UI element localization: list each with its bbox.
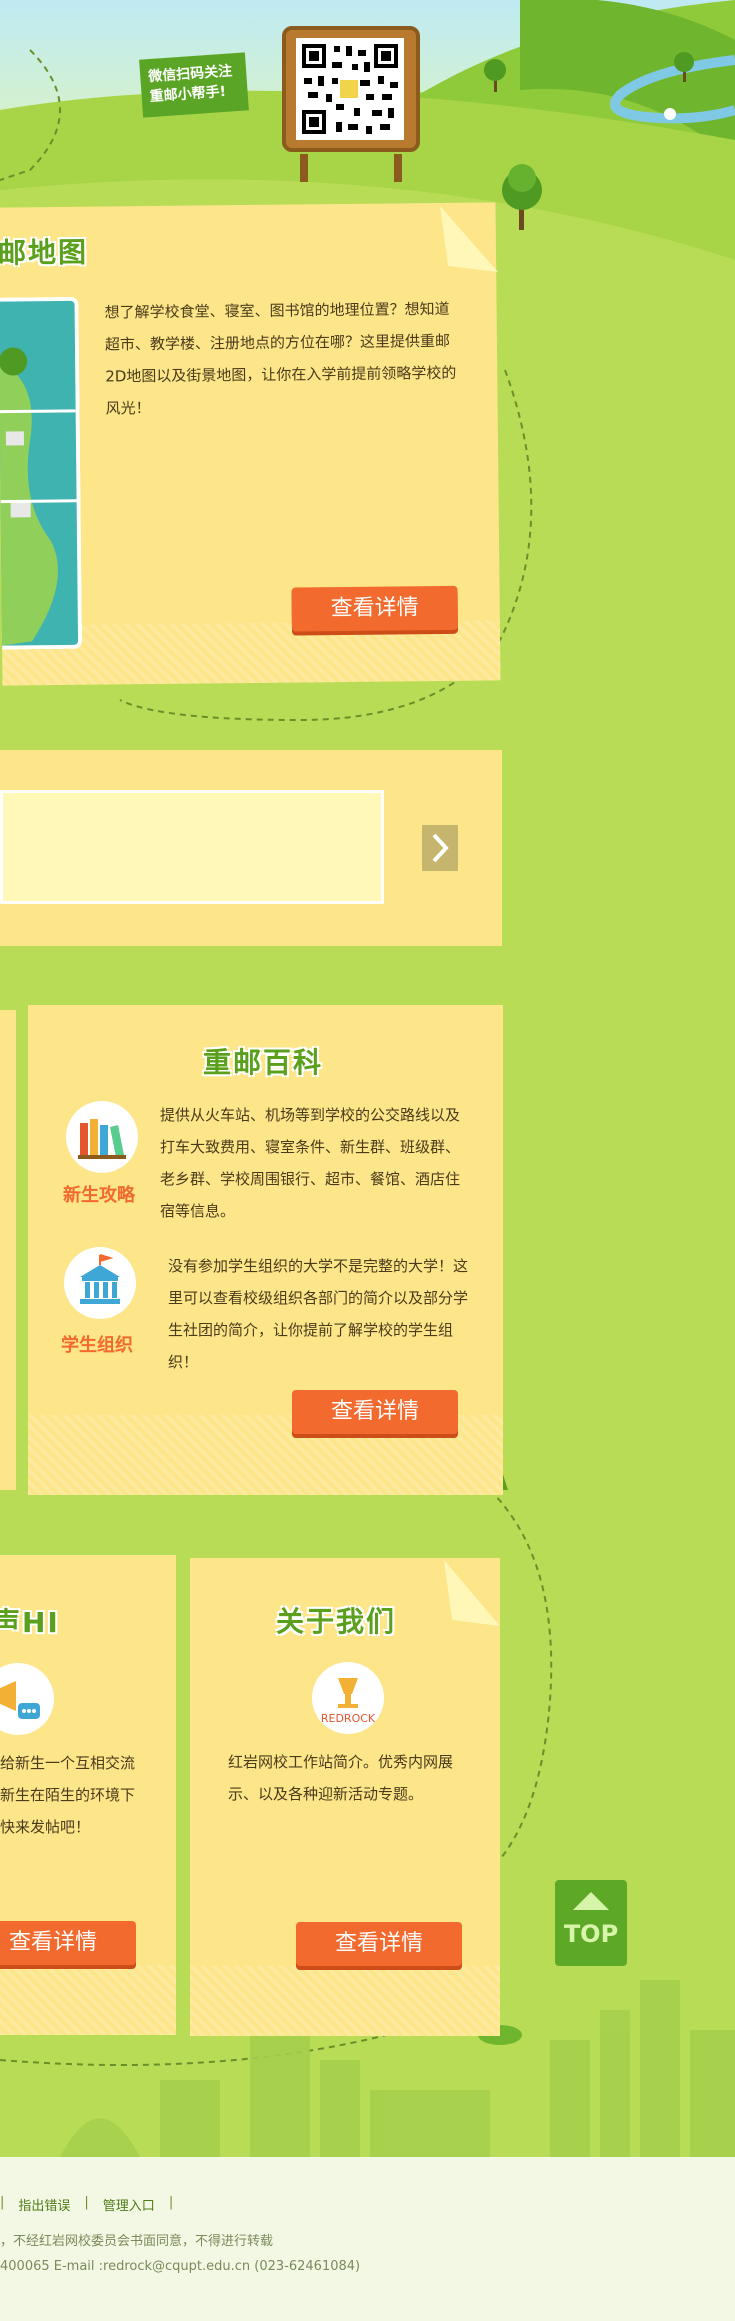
hi-details-button[interactable]: 查看详情 [0,1921,136,1965]
map-details-button[interactable]: 查看详情 [291,585,458,632]
about-card-description: 红岩网校工作站简介。优秀内网展示、以及各种迎新活动专题。 [228,1753,454,1803]
back-to-top-label: TOP [563,1920,619,1948]
hi-card-line-3: 快来发帖吧！ [0,1818,91,1836]
qr-code-board [282,26,420,152]
about-card-title: 关于我们 [276,1605,397,1638]
map-card-description: 想了解学校食堂、寝室、图书馆的地理位置？想知道超市、教学楼、注册地点的方位在哪？… [104,299,457,418]
student-orgs-description: 没有参加学生组织的大学不是完整的大学！这里可以查看校级组织各部门的简介以及部分学… [168,1257,469,1371]
footer-contact: 400065 E-mail :redrock@cqupt.edu.cn (023… [0,2259,361,2274]
hi-card-line-2: 新生在陌生的环境下 [0,1786,136,1804]
wiki-card: 重邮百科 新生攻略 提供从火车站、机场等到学校的公交路线以及打车大致费用、寝室条… [28,1005,503,1495]
freshman-guide-label: 新生攻略 [63,1185,135,1206]
redrock-logo-text: REDROCK [320,1712,376,1725]
hi-card-title: 声HI [0,1606,60,1639]
arrow-up-icon [573,1892,609,1910]
footer-copyright: ，不经红岩网校委员会书面同意，不得进行转载 [0,2234,274,2249]
back-to-top-button[interactable]: TOP [555,1880,627,1966]
slider-image-placeholder [0,790,384,904]
hi-card-line-1: 给新生一个互相交流 [0,1754,136,1772]
slider-next-button[interactable] [422,825,458,871]
redrock-logo-icon: REDROCK [312,1662,384,1734]
about-details-button[interactable]: 查看详情 [296,1922,462,1966]
wechat-follow-bubble: 微信扫码关注 重邮小帮手! [139,52,249,118]
map-card: 邮地图 想了解学校食堂、寝室、图书馆的地理位置？想知道超市、教学楼、注册地点的方… [0,202,501,686]
campus-map-thumbnail [0,296,83,650]
wiki-details-button[interactable]: 查看详情 [292,1390,458,1434]
footer-separator: | [0,2195,5,2210]
footer-link-report-error[interactable]: 指出错误 [18,2195,70,2214]
sign-post [300,154,308,182]
chevron-right-icon [432,833,449,863]
paper-corner-fold [444,1560,500,1626]
card-stripe [190,1966,500,2036]
left-partial-card [0,1010,16,1490]
building-icon [64,1247,136,1319]
hi-card: 声HI 给新生一个互相交流 新生在陌生的环境下 快来发帖吧！ 查看详情 [0,1555,176,2035]
card-stripe [0,1965,176,2035]
paper-corner-fold [440,206,498,272]
qr-code-icon [296,38,404,140]
books-icon [66,1101,138,1173]
wiki-card-title: 重邮百科 [203,1046,324,1079]
freshman-guide-description: 提供从火车站、机场等到学校的公交路线以及打车大致费用、寝室条件、新生群、班级群、… [160,1106,461,1220]
megaphone-icon [0,1663,54,1735]
footer-links: | 指出错误 | 管理入口 | [0,2195,173,2214]
map-card-title: 邮地图 [0,235,89,270]
sign-post [394,154,402,182]
footer-separator: | [168,2195,174,2210]
student-orgs-label: 学生组织 [61,1335,133,1356]
footer-link-admin[interactable]: 管理入口 [103,2195,155,2214]
footer-separator: | [84,2195,89,2210]
